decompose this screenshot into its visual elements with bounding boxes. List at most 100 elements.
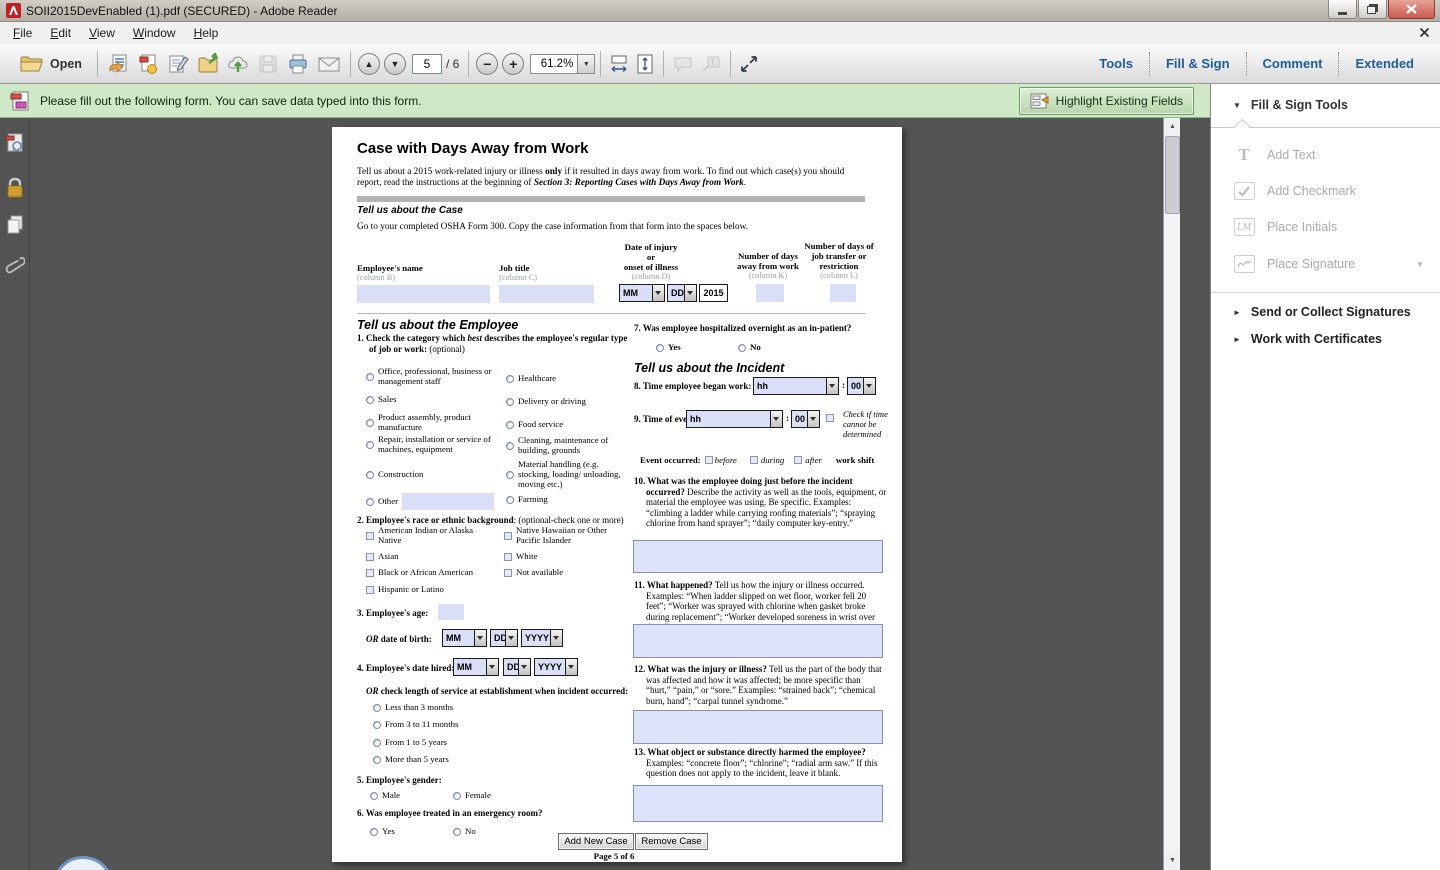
radio-icon[interactable] <box>366 441 374 449</box>
print-button[interactable] <box>283 50 313 78</box>
radio-office[interactable]: Office, professional, business or manage… <box>366 367 516 387</box>
checkbox-icon[interactable] <box>366 532 374 540</box>
radio-icon[interactable] <box>373 756 381 764</box>
checkbox-not-available[interactable]: Not available <box>504 568 630 578</box>
radio-hospitalized-no[interactable]: No <box>738 343 761 353</box>
dropdown-arrow-icon[interactable] <box>550 630 562 646</box>
work-with-certificates-section[interactable]: ► Work with Certificates <box>1233 332 1382 346</box>
radio-icon[interactable] <box>370 792 378 800</box>
dropdown-arrow-icon[interactable] <box>486 659 498 675</box>
dropdown-arrow-icon[interactable] <box>684 285 696 301</box>
q13-answer-textarea[interactable] <box>633 785 883 822</box>
sticky-note-button[interactable] <box>669 52 697 76</box>
radio-healthcare[interactable]: Healthcare <box>506 374 626 384</box>
radio-icon[interactable] <box>506 442 514 450</box>
radio-less-3-months[interactable]: Less than 3 months <box>373 703 523 713</box>
employee-name-field[interactable] <box>357 285 490 303</box>
zoom-level-input[interactable]: 61.2% <box>530 54 578 74</box>
radio-material-handling[interactable]: Material handling (e.g. stocking, loadin… <box>506 460 628 489</box>
fullscreen-button[interactable] <box>736 52 762 76</box>
create-pdf-button[interactable] <box>133 50 163 78</box>
q12-answer-textarea[interactable] <box>633 710 883 744</box>
dropdown-arrow-icon[interactable] <box>770 411 782 427</box>
checkbox-icon[interactable] <box>504 553 512 561</box>
tab-tools[interactable]: Tools <box>1083 51 1149 77</box>
radio-icon[interactable] <box>453 828 461 836</box>
hired-day-dropdown[interactable]: DD <box>503 658 531 676</box>
radio-icon[interactable] <box>366 471 374 479</box>
days-away-field[interactable] <box>756 284 784 302</box>
zoom-out-button[interactable]: − <box>476 53 498 75</box>
event-minute-dropdown[interactable]: 00 <box>791 410 820 428</box>
radio-1-5-years[interactable]: From 1 to 5 years <box>373 738 523 748</box>
tab-extended[interactable]: Extended <box>1339 51 1430 77</box>
checkbox-native-hawaiian[interactable]: Native Hawaiian or Other Pacific Islande… <box>504 526 630 546</box>
document-canvas[interactable]: Case with Days Away from Work Tell us ab… <box>30 118 1163 870</box>
radio-icon[interactable] <box>373 721 381 729</box>
radio-icon[interactable] <box>366 419 374 427</box>
dropdown-arrow-icon[interactable] <box>652 285 664 301</box>
menu-view[interactable]: View <box>80 23 124 43</box>
cloud-upload-button[interactable] <box>223 50 253 78</box>
vertical-scrollbar[interactable]: ▲ ▼ <box>1163 118 1180 870</box>
dropdown-arrow-icon[interactable] <box>505 630 517 646</box>
place-signature-tool[interactable]: Place Signature ▼ <box>1233 253 1355 275</box>
send-collect-signatures-section[interactable]: ► Send or Collect Signatures <box>1233 305 1411 319</box>
save-button[interactable] <box>253 50 283 78</box>
hired-month-dropdown[interactable]: MM <box>453 658 499 676</box>
radio-icon[interactable] <box>506 496 514 504</box>
radio-repair[interactable]: Repair, installation or service of machi… <box>366 435 516 455</box>
add-new-case-button[interactable]: Add New Case <box>558 833 634 850</box>
next-page-button[interactable]: ▼ <box>384 53 406 75</box>
dob-year-dropdown[interactable]: YYYY <box>521 629 563 647</box>
radio-sales[interactable]: Sales <box>366 395 516 405</box>
radio-farming[interactable]: Farming <box>506 495 626 505</box>
radio-icon[interactable] <box>453 792 461 800</box>
radio-icon[interactable] <box>373 704 381 712</box>
radio-er-yes[interactable]: Yes <box>370 827 395 837</box>
email-button[interactable] <box>313 50 345 78</box>
radio-icon[interactable] <box>506 375 514 383</box>
checkbox-black[interactable]: Black or African American <box>366 568 504 578</box>
radio-icon[interactable] <box>366 373 374 381</box>
radio-icon[interactable] <box>373 739 381 747</box>
dropdown-arrow-icon[interactable] <box>565 659 577 675</box>
checkbox-icon[interactable] <box>504 569 512 577</box>
during-checkbox[interactable] <box>750 456 758 464</box>
radio-more-5-years[interactable]: More than 5 years <box>373 755 523 765</box>
radio-icon[interactable] <box>656 344 664 352</box>
radio-food-service[interactable]: Food service <box>506 420 626 430</box>
radio-icon[interactable] <box>370 828 378 836</box>
fill-sign-tools-header[interactable]: ▼ Fill & Sign Tools <box>1233 98 1348 112</box>
radio-product-assembly[interactable]: Product assembly, product manufacture <box>366 413 516 433</box>
attachments-icon[interactable] <box>5 254 25 285</box>
radio-icon[interactable] <box>506 421 514 429</box>
dropdown-arrow-icon[interactable] <box>826 378 838 394</box>
hired-year-dropdown[interactable]: YYYY <box>534 658 578 676</box>
checkbox-icon[interactable] <box>504 532 512 540</box>
minimize-button[interactable] <box>1328 0 1357 19</box>
page-thumbnails-icon[interactable] <box>5 132 25 159</box>
radio-icon[interactable] <box>366 396 374 404</box>
other-job-field[interactable] <box>402 493 494 510</box>
menu-edit[interactable]: Edit <box>41 23 80 43</box>
radio-male[interactable]: Male <box>370 791 400 801</box>
add-checkmark-tool[interactable]: Add Checkmark <box>1233 180 1356 202</box>
tab-fill-sign[interactable]: Fill & Sign <box>1150 51 1246 77</box>
pages-icon[interactable] <box>5 214 25 241</box>
radio-icon[interactable] <box>506 398 514 406</box>
radio-female[interactable]: Female <box>453 791 491 801</box>
dob-day-dropdown[interactable]: DD <box>490 629 518 647</box>
scrollbar-thumb[interactable] <box>1165 136 1180 214</box>
security-lock-icon[interactable] <box>5 176 25 205</box>
job-title-field[interactable] <box>499 285 594 303</box>
radio-cleaning[interactable]: Cleaning, maintenance of building, groun… <box>506 436 628 456</box>
menu-window[interactable]: Window <box>124 23 185 43</box>
dob-month-dropdown[interactable]: MM <box>442 629 487 647</box>
dropdown-arrow-icon[interactable] <box>474 630 486 646</box>
open-button[interactable]: Open <box>10 51 92 76</box>
injury-day-dropdown[interactable]: DD <box>667 284 697 302</box>
began-work-minute-dropdown[interactable]: 00 <box>847 377 876 395</box>
scroll-up-icon[interactable]: ▲ <box>1165 119 1180 135</box>
zoom-dropdown-button[interactable]: ▼ <box>578 54 595 74</box>
